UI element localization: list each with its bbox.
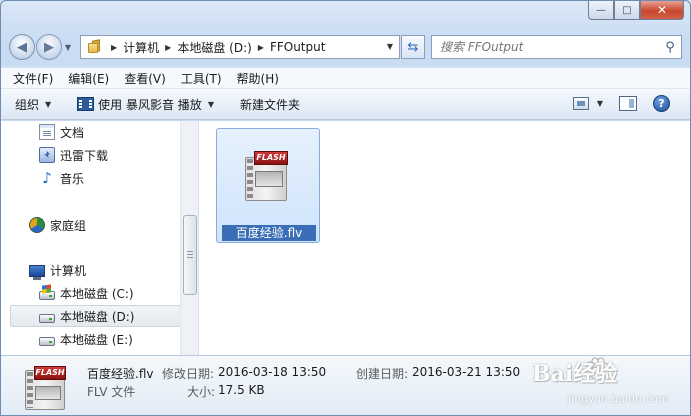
chevron-down-icon: ▼ xyxy=(45,99,52,109)
nav-item-computer[interactable]: 计算机 xyxy=(1,259,181,281)
windows-drive-icon xyxy=(39,291,55,300)
minimize-button[interactable]: — xyxy=(588,1,614,20)
address-dropdown-icon[interactable]: ▼ xyxy=(387,42,393,51)
nav-item-homegroup[interactable]: 家庭组 xyxy=(1,214,181,236)
close-button[interactable]: ✕ xyxy=(640,1,684,20)
chevron-right-icon[interactable]: ▶ xyxy=(111,43,117,52)
nav-item-label: 文档 xyxy=(60,125,85,140)
watermark-url: jingyan.baidu.com xyxy=(568,394,669,405)
film-icon xyxy=(77,97,95,111)
scrollbar-thumb[interactable] xyxy=(183,215,197,295)
forward-button[interactable]: ▶ xyxy=(36,34,62,60)
nav-item-label: 本地磁盘 (D:) xyxy=(60,309,135,324)
modified-date-value: 2016-03-18 13:50 xyxy=(218,365,327,379)
explorer-window: — □ ✕ ◀ ▶ ▼ ▶ 计算机 ▶ 本地磁盘 (D:) ▶ FFOutput… xyxy=(0,0,691,416)
search-icon[interactable]: ⚲ xyxy=(659,40,681,55)
modified-date-label: 修改日期: xyxy=(162,367,215,381)
navigation-scrollbar[interactable] xyxy=(180,121,198,355)
thunder-icon xyxy=(39,147,55,163)
search-input[interactable] xyxy=(432,40,659,54)
help-icon[interactable]: ? xyxy=(653,95,670,112)
computer-icon xyxy=(29,265,45,280)
command-bar: 组织 ▼ 使用 暴风影音 播放 ▼ 新建文件夹 ▼ ? xyxy=(1,89,690,120)
watermark-logo-text: Bai经验 xyxy=(532,361,618,387)
file-list: FLASH 百度经验.flv xyxy=(199,121,690,355)
search-box[interactable]: ⚲ xyxy=(431,35,682,59)
address-row: ◀ ▶ ▼ ▶ 计算机 ▶ 本地磁盘 (D:) ▶ FFOutput ▼ ⇆ ⚲ xyxy=(9,34,682,60)
view-options-dropdown-icon[interactable]: ▼ xyxy=(597,99,603,108)
flash-badge: FLASH xyxy=(254,151,288,165)
new-folder-button[interactable]: 新建文件夹 xyxy=(240,96,300,113)
caption-buttons: — □ ✕ xyxy=(588,1,684,21)
maximize-button[interactable]: □ xyxy=(614,1,640,20)
file-type: FLV 文件 xyxy=(87,385,136,399)
nav-item-documents[interactable]: 文档 xyxy=(1,121,181,143)
nav-item-drive-c[interactable]: 本地磁盘 (C:) xyxy=(1,282,181,304)
file-name[interactable]: 百度经验.flv xyxy=(222,225,316,241)
nav-item-label: 音乐 xyxy=(60,171,85,186)
flash-video-icon: FLASH xyxy=(23,364,71,412)
organize-label: 组织 xyxy=(15,97,40,112)
menu-tools[interactable]: 工具(T) xyxy=(181,70,222,87)
nav-item-label: 迅雷下载 xyxy=(60,148,109,163)
chevron-right-icon[interactable]: ▶ xyxy=(165,43,171,52)
view-controls: ▼ ? xyxy=(572,95,670,112)
baidu-watermark: Bai经验 jingyan.baidu.com xyxy=(532,354,682,414)
nav-item-label: 家庭组 xyxy=(50,218,87,233)
nav-item-label: 本地磁盘 (E:) xyxy=(60,332,133,347)
change-view-icon[interactable] xyxy=(572,97,589,110)
address-bar[interactable]: ▶ 计算机 ▶ 本地磁盘 (D:) ▶ FFOutput ▼ xyxy=(80,35,400,59)
navigation-pane: 文档 迅雷下载 ♪ 音乐 家庭组 计算机 本地磁盘 (C:) 本地磁盘 (D:) xyxy=(1,121,199,355)
flash-video-icon: FLASH xyxy=(242,149,292,203)
size-value: 17.5 KB xyxy=(218,383,265,397)
chevron-right-icon[interactable]: ▶ xyxy=(258,43,264,52)
menu-bar: 文件(F) 编辑(E) 查看(V) 工具(T) 帮助(H) xyxy=(1,67,690,89)
created-date-value: 2016-03-21 13:50 xyxy=(412,365,521,379)
new-folder-label: 新建文件夹 xyxy=(239,97,300,112)
back-button[interactable]: ◀ xyxy=(9,34,35,60)
nav-item-music[interactable]: ♪ 音乐 xyxy=(1,167,181,189)
open-with-label: 使用 暴风影音 播放 xyxy=(98,97,202,112)
homegroup-icon xyxy=(29,217,45,233)
breadcrumb-drive-d[interactable]: 本地磁盘 (D:) xyxy=(177,39,251,56)
details-file-name: 百度经验.flv xyxy=(87,367,154,381)
preview-pane-icon[interactable] xyxy=(619,96,637,111)
file-item[interactable]: FLASH 百度经验.flv xyxy=(216,128,320,243)
nav-item-drive-d[interactable]: 本地磁盘 (D:) xyxy=(10,305,181,327)
flash-badge: FLASH xyxy=(34,366,66,380)
nav-item-label: 计算机 xyxy=(50,263,87,278)
created-date-label: 创建日期: xyxy=(356,367,409,381)
size-label: 大小: xyxy=(187,385,216,399)
nav-item-label: 本地磁盘 (C:) xyxy=(60,286,134,301)
breadcrumb-ffoutput[interactable]: FFOutput xyxy=(270,40,326,54)
music-icon: ♪ xyxy=(42,169,52,187)
open-with-button[interactable]: 使用 暴风影音 播放 ▼ xyxy=(77,96,214,113)
nav-item-thunder-downloads[interactable]: 迅雷下载 xyxy=(1,144,181,166)
drive-icon xyxy=(39,337,55,346)
menu-view[interactable]: 查看(V) xyxy=(124,70,166,87)
organize-button[interactable]: 组织 ▼ xyxy=(15,96,51,113)
chevron-down-icon: ▼ xyxy=(207,99,214,109)
recent-pages-dropdown[interactable]: ▼ xyxy=(62,43,74,52)
nav-item-drive-e[interactable]: 本地磁盘 (E:) xyxy=(1,328,181,350)
refresh-button[interactable]: ⇆ xyxy=(401,35,425,59)
breadcrumb-computer[interactable]: 计算机 xyxy=(123,39,159,56)
folder-icon xyxy=(87,39,105,54)
menu-help[interactable]: 帮助(H) xyxy=(237,70,279,87)
menu-edit[interactable]: 编辑(E) xyxy=(68,70,109,87)
menu-file[interactable]: 文件(F) xyxy=(13,70,53,87)
drive-icon xyxy=(39,314,55,323)
document-icon xyxy=(39,124,55,140)
